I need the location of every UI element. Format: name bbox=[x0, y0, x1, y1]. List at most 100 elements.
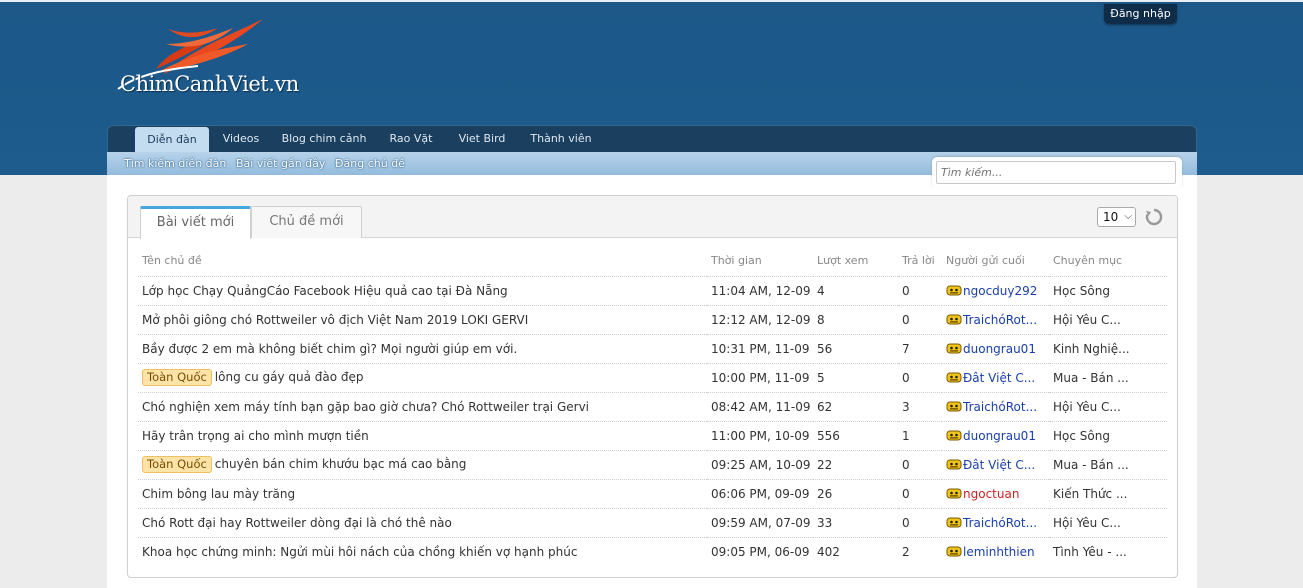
thread-title-link[interactable]: Khoa học chứng minh: Ngửi mùi hôi nách c… bbox=[142, 545, 577, 559]
category-cell[interactable]: Tình Yêu - ... bbox=[1049, 536, 1167, 566]
thread-title-link[interactable]: Hãy trân trọng ai cho mình mượn tiền bbox=[142, 429, 369, 443]
thread-title-cell: Bầy được 2 em mà không biết chim gì? Mọi… bbox=[138, 333, 707, 363]
per-page-select[interactable]: 10 ⌵ bbox=[1097, 207, 1136, 227]
replies-cell: 1 bbox=[898, 420, 942, 450]
category-cell[interactable]: Hội Yêu C... bbox=[1049, 507, 1167, 537]
tab-new-threads[interactable]: Chủ đề mới bbox=[251, 206, 362, 238]
user-rank-icon bbox=[946, 488, 962, 498]
last-poster-link[interactable]: leminhthien bbox=[963, 545, 1035, 559]
search-input[interactable] bbox=[936, 161, 1176, 184]
col-category: Chuyên mục bbox=[1053, 254, 1123, 268]
posts-table: Tên chủ đề Thời gian Lượt xem Trả lời Ng… bbox=[138, 246, 1167, 566]
thread-title-link[interactable]: Chim bông lau mày trăng bbox=[142, 487, 295, 501]
category-cell[interactable]: Mua - Bán ... bbox=[1049, 362, 1167, 392]
new-posts-panel: Bài viết mới Chủ đề mới 10 ⌵ Tên chủ đề … bbox=[127, 195, 1178, 578]
category-cell[interactable]: Mua - Bán ... bbox=[1049, 449, 1167, 479]
thread-title-link[interactable]: lông cu gáy quả đào đẹp bbox=[215, 370, 364, 384]
user-rank-icon bbox=[946, 459, 962, 469]
thread-title-link[interactable]: Mở phôi giông chó Rottweiler vô địch Việ… bbox=[142, 313, 528, 327]
site-header: ChimCanhViet.vn Đăng nhập Diễn đàn Video… bbox=[0, 0, 1303, 177]
user-rank-icon bbox=[946, 430, 962, 440]
tab-classifieds[interactable]: Rao Vặt bbox=[384, 126, 438, 153]
time-cell: 09:05 PM, 06-09 bbox=[707, 536, 813, 566]
prefix-badge[interactable]: Toàn Quốc bbox=[142, 456, 212, 473]
main-nav: Diễn đàn Videos Blog chim cảnh Rao Vặt V… bbox=[107, 125, 1197, 153]
last-poster-cell: TraichóRot... bbox=[942, 391, 1049, 421]
table-row: Chó nghiện xem máy tính bạn gặp bao giờ … bbox=[138, 391, 1167, 421]
last-poster-link[interactable]: Đât Việt C... bbox=[963, 458, 1035, 472]
last-poster-link[interactable]: ngocduy292 bbox=[963, 284, 1037, 298]
views-cell: 26 bbox=[813, 478, 898, 508]
views-cell: 33 bbox=[813, 507, 898, 537]
subnav-post-thread[interactable]: Đăng chủ đề bbox=[335, 152, 405, 176]
tab-new-posts[interactable]: Bài viết mới bbox=[140, 206, 251, 239]
user-rank-icon bbox=[946, 546, 962, 557]
thread-title-link[interactable]: Lớp học Chạy QuảngCáo Facebook Hiệu quả … bbox=[142, 284, 508, 298]
replies-cell: 2 bbox=[898, 536, 942, 566]
user-rank-icon bbox=[946, 517, 962, 527]
views-cell: 56 bbox=[813, 333, 898, 363]
views-cell: 556 bbox=[813, 420, 898, 450]
category-cell[interactable]: Kiến Thức ... bbox=[1049, 478, 1167, 508]
login-button[interactable]: Đăng nhập bbox=[1104, 4, 1177, 24]
thread-title-cell: Hãy trân trọng ai cho mình mượn tiền bbox=[138, 420, 707, 450]
time-cell: 11:04 AM, 12-09 bbox=[707, 275, 813, 305]
tab-blog[interactable]: Blog chim cảnh bbox=[280, 126, 368, 153]
last-poster-link[interactable]: TraichóRot... bbox=[963, 313, 1037, 327]
prefix-badge[interactable]: Toàn Quốc bbox=[142, 369, 212, 386]
last-poster-cell: ngoctuan bbox=[942, 478, 1049, 508]
col-replies: Trả lời bbox=[902, 254, 935, 268]
table-header-row: Tên chủ đề Thời gian Lượt xem Trả lời Ng… bbox=[138, 246, 1167, 276]
tab-members[interactable]: Thành viên bbox=[526, 126, 596, 153]
thread-title-cell: Khoa học chứng minh: Ngửi mùi hôi nách c… bbox=[138, 536, 707, 566]
last-poster-link[interactable]: duongrau01 bbox=[963, 342, 1036, 356]
replies-cell: 0 bbox=[898, 507, 942, 537]
time-cell: 08:42 AM, 11-09 bbox=[707, 391, 813, 421]
last-poster-cell: ngocduy292 bbox=[942, 275, 1049, 305]
last-poster-link[interactable]: Đât Việt C... bbox=[963, 371, 1035, 385]
per-page-value: 10 bbox=[1103, 210, 1119, 224]
table-row: Hãy trân trọng ai cho mình mượn tiền 11:0… bbox=[138, 420, 1167, 450]
category-cell[interactable]: Hội Yêu C... bbox=[1049, 304, 1167, 334]
replies-cell: 0 bbox=[898, 449, 942, 479]
thread-title-cell: Toàn Quốc lông cu gáy quả đào đẹp bbox=[138, 362, 707, 392]
replies-cell: 3 bbox=[898, 391, 942, 421]
tab-forum[interactable]: Diễn đàn bbox=[135, 127, 209, 153]
category-cell[interactable]: Hội Yêu C... bbox=[1049, 391, 1167, 421]
thread-title-cell: Chim bông lau mày trăng bbox=[138, 478, 707, 508]
time-cell: 12:12 AM, 12-09 bbox=[707, 304, 813, 334]
last-poster-link[interactable]: duongrau01 bbox=[963, 429, 1036, 443]
thread-title-link[interactable]: Bầy được 2 em mà không biết chim gì? Mọi… bbox=[142, 342, 517, 356]
refresh-icon[interactable] bbox=[1145, 208, 1163, 226]
tab-videos[interactable]: Videos bbox=[216, 126, 266, 153]
table-row: Chim bông lau mày trăng 06:06 PM, 09-09 26… bbox=[138, 478, 1167, 508]
thread-title-cell: Toàn Quốc chuyên bán chim khướu bạc má ca… bbox=[138, 449, 707, 479]
tab-viet-bird[interactable]: Viet Bird bbox=[454, 126, 510, 153]
subnav-recent-posts[interactable]: Bài viết gần đây bbox=[236, 152, 325, 176]
views-cell: 22 bbox=[813, 449, 898, 479]
category-cell[interactable]: Học Sông bbox=[1049, 420, 1167, 450]
thread-title-link[interactable]: Chó nghiện xem máy tính bạn gặp bao giờ … bbox=[142, 400, 589, 414]
category-cell[interactable]: Học Sông bbox=[1049, 275, 1167, 305]
views-cell: 8 bbox=[813, 304, 898, 334]
thread-title-cell: Mở phôi giông chó Rottweiler vô địch Việ… bbox=[138, 304, 707, 334]
user-rank-icon bbox=[946, 372, 962, 382]
thread-title-cell: Chó Rott đại hay Rottweiler dòng đại là … bbox=[138, 507, 707, 537]
thread-title-link[interactable]: Chó Rott đại hay Rottweiler dòng đại là … bbox=[142, 516, 452, 530]
last-poster-cell: TraichóRot... bbox=[942, 507, 1049, 537]
last-poster-cell: duongrau01 bbox=[942, 420, 1049, 450]
table-row: Khoa học chứng minh: Ngửi mùi hôi nách c… bbox=[138, 536, 1167, 566]
last-poster-cell: TraichóRot... bbox=[942, 304, 1049, 334]
logo-text[interactable]: ChimCanhViet.vn bbox=[120, 72, 299, 96]
thread-title-link[interactable]: chuyên bán chim khướu bạc má cao bằng bbox=[215, 457, 467, 471]
last-poster-link[interactable]: TraichóRot... bbox=[963, 400, 1037, 414]
table-row: Mở phôi giông chó Rottweiler vô địch Việ… bbox=[138, 304, 1167, 334]
table-row: Bầy được 2 em mà không biết chim gì? Mọi… bbox=[138, 333, 1167, 363]
last-poster-link[interactable]: TraichóRot... bbox=[963, 516, 1037, 530]
category-cell[interactable]: Kinh Nghiệ... bbox=[1049, 333, 1167, 363]
table-row: Toàn Quốc lông cu gáy quả đào đẹp 10:00 PM… bbox=[138, 362, 1167, 392]
last-poster-link[interactable]: ngoctuan bbox=[963, 487, 1019, 501]
replies-cell: 0 bbox=[898, 362, 942, 392]
time-cell: 10:00 PM, 11-09 bbox=[707, 362, 813, 392]
subnav-search-forum[interactable]: Tìm kiếm diễn đàn bbox=[124, 152, 226, 176]
